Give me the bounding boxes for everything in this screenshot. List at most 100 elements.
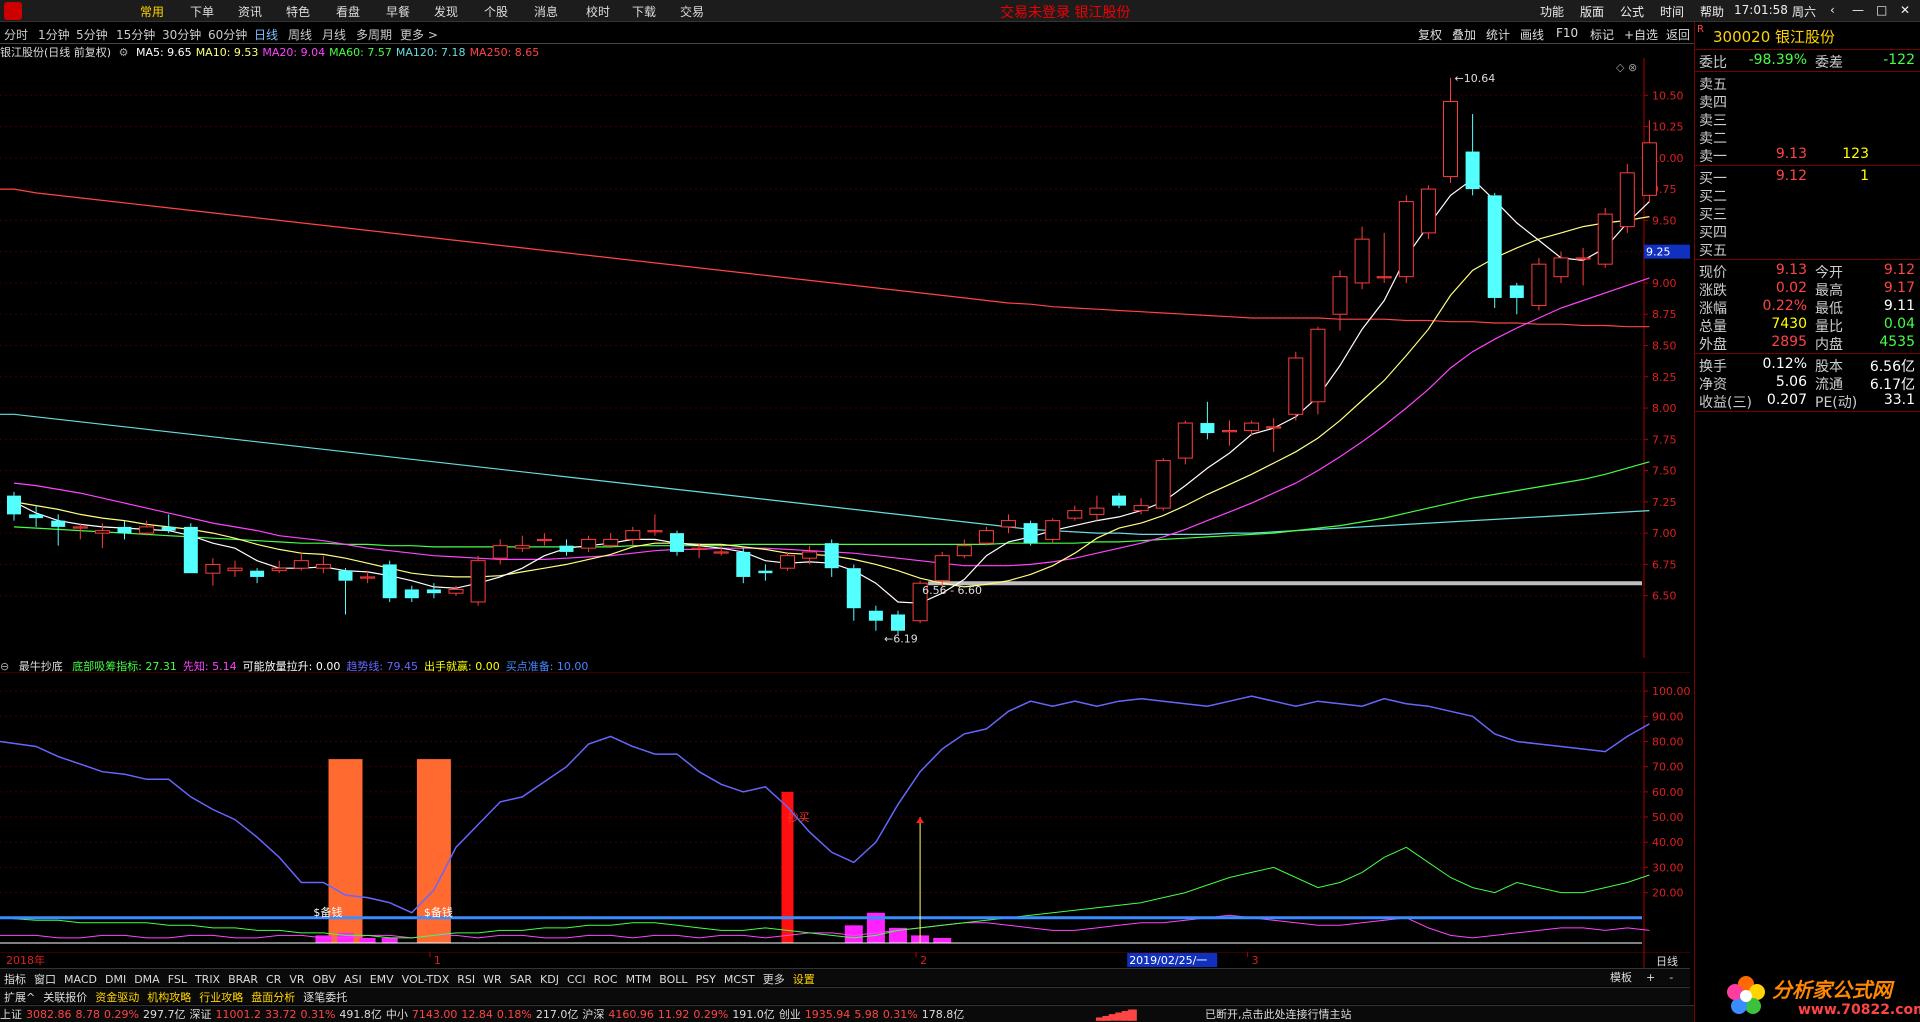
candle bbox=[1487, 192, 1502, 308]
period-label: 日线 bbox=[1656, 955, 1678, 968]
extension-tab[interactable]: 行业攻略 bbox=[195, 988, 247, 1006]
indicator-tab[interactable]: ASI bbox=[340, 971, 366, 986]
toolbar-button[interactable]: 标记 bbox=[1590, 26, 1614, 43]
indicator-tab[interactable]: VOL-TDX bbox=[398, 971, 454, 986]
indicator-tab[interactable]: 窗口 bbox=[30, 969, 60, 987]
indicator-tab[interactable]: KDJ bbox=[536, 971, 563, 986]
period-tab[interactable]: 多周期 bbox=[356, 26, 392, 43]
template-button[interactable]: - bbox=[1669, 971, 1673, 984]
maximize-icon[interactable]: □ bbox=[1876, 3, 1887, 17]
toolbar-button[interactable]: 画线 bbox=[1520, 26, 1544, 43]
extension-tab[interactable]: 逐笔委托 bbox=[299, 988, 351, 1006]
indicator-tab[interactable]: BOLL bbox=[655, 971, 691, 986]
template-button[interactable]: 模板 bbox=[1610, 971, 1632, 984]
quote-panel: R 300020 银江股份 委比 -98.39% 委差 -122 卖五 卖四 卖三 卖二 卖一 9… bbox=[1694, 22, 1920, 1022]
period-tab[interactable]: 1分钟 bbox=[38, 26, 70, 43]
bid-row[interactable]: 买二 bbox=[1697, 186, 1919, 205]
menu-item[interactable]: 早餐 bbox=[386, 3, 410, 20]
indicator-tab[interactable]: CR bbox=[262, 971, 285, 986]
ask-row[interactable]: 卖一 9.13 123 bbox=[1697, 146, 1919, 165]
menu-item[interactable]: 发现 bbox=[434, 3, 458, 20]
template-button[interactable]: + bbox=[1646, 971, 1655, 984]
ask-row[interactable]: 卖二 bbox=[1697, 128, 1919, 147]
indicator-tab[interactable]: SAR bbox=[506, 971, 536, 986]
indicator-tab[interactable]: ROC bbox=[590, 971, 622, 986]
candle bbox=[1112, 493, 1126, 509]
menu-item[interactable]: 下载 bbox=[632, 3, 656, 20]
extension-tab[interactable]: 资金驱动 bbox=[91, 988, 143, 1006]
connection-status[interactable]: 已断开,点击此处连接行情主站 bbox=[1205, 1006, 1352, 1022]
divider bbox=[1695, 71, 1920, 72]
toolbar-button[interactable]: 叠加 bbox=[1452, 26, 1476, 43]
period-tab[interactable]: 日线 bbox=[254, 26, 278, 43]
menu-right-item[interactable]: 公式 bbox=[1620, 3, 1644, 20]
indicator-tab[interactable]: WR bbox=[479, 971, 506, 986]
indicator-tab[interactable]: FSL bbox=[164, 971, 191, 986]
extension-tab[interactable]: 机构攻略 bbox=[143, 988, 195, 1006]
toolbar-button[interactable]: 复权 bbox=[1418, 26, 1442, 43]
ask-row[interactable]: 卖四 bbox=[1697, 92, 1919, 111]
indicator-tab[interactable]: OBV bbox=[309, 971, 340, 986]
index-quote-field: 0.29% bbox=[693, 1008, 729, 1021]
toolbar-button[interactable]: F10 bbox=[1556, 26, 1578, 40]
extension-tab[interactable]: 关联报价 bbox=[39, 988, 91, 1006]
indicator-tab[interactable]: BRAR bbox=[224, 971, 262, 986]
menu-right-item[interactable]: 时间 bbox=[1660, 3, 1684, 20]
menu-item[interactable]: 特色 bbox=[286, 3, 310, 20]
indicator-tab[interactable]: DMI bbox=[101, 971, 130, 986]
toolbar-button[interactable]: 返回 bbox=[1666, 26, 1690, 43]
ask-row[interactable]: 卖五 bbox=[1697, 74, 1919, 93]
indicator-tab[interactable]: MACD bbox=[60, 971, 101, 986]
chevron-left-icon[interactable]: ‹ bbox=[1830, 3, 1835, 17]
indicator-tab[interactable]: TRIX bbox=[191, 971, 224, 986]
toolbar-button[interactable]: +自选 bbox=[1624, 26, 1658, 43]
period-tab[interactable]: 更多 > bbox=[400, 26, 438, 43]
close-icon[interactable]: ✕ bbox=[1900, 3, 1910, 17]
stat-row: 现价 9.13 今开 9.12 bbox=[1697, 262, 1919, 281]
extension-tab[interactable]: 扩展^ bbox=[0, 988, 39, 1006]
menu-item[interactable]: 交易 bbox=[680, 3, 704, 20]
minimize-icon[interactable]: — bbox=[1852, 3, 1864, 17]
bid-row[interactable]: 买五 bbox=[1697, 240, 1919, 259]
toolbar-button[interactable]: 统计 bbox=[1486, 26, 1510, 43]
bid-row[interactable]: 买一 9.12 1 bbox=[1697, 168, 1919, 187]
candle bbox=[1465, 114, 1480, 196]
candlestick-chart[interactable]: 10.5010.2510.009.759.509.259.008.758.508… bbox=[0, 58, 1690, 658]
indicator-tab[interactable]: MCST bbox=[720, 971, 759, 986]
menu-item[interactable]: 下单 bbox=[190, 3, 214, 20]
period-tab[interactable]: 30分钟 bbox=[162, 26, 201, 43]
menu-right-item[interactable]: 版面 bbox=[1580, 3, 1604, 20]
period-tab[interactable]: 60分钟 bbox=[208, 26, 247, 43]
period-tab[interactable]: 月线 bbox=[322, 26, 346, 43]
menu-item[interactable]: 校时 bbox=[586, 3, 610, 20]
menu-item[interactable]: 常用 bbox=[140, 3, 164, 20]
period-tab[interactable]: 5分钟 bbox=[76, 26, 108, 43]
period-tab[interactable]: 15分钟 bbox=[116, 26, 155, 43]
indicator-tab[interactable]: RSI bbox=[453, 971, 479, 986]
bid-label: 买三 bbox=[1699, 207, 1727, 223]
menu-item[interactable]: 个股 bbox=[484, 3, 508, 20]
indicator-tab[interactable]: VR bbox=[285, 971, 308, 986]
menu-item[interactable]: 消息 bbox=[534, 3, 558, 20]
bid-row[interactable]: 买三 bbox=[1697, 204, 1919, 223]
indicator-chart[interactable]: 100.00 90.00 80.00 70.00 60.00 50.00 40.00 30.0… bbox=[0, 672, 1690, 952]
indicator-tab[interactable]: 指标 bbox=[0, 969, 30, 987]
menu-item[interactable]: 资讯 bbox=[238, 3, 262, 20]
menu-item[interactable]: 看盘 bbox=[336, 3, 360, 20]
period-tab[interactable]: 周线 bbox=[288, 26, 312, 43]
extension-tab[interactable]: 盘面分析 bbox=[247, 988, 299, 1006]
indicator-tab[interactable]: 更多 bbox=[759, 969, 789, 987]
menu-right-item[interactable]: 帮助 bbox=[1700, 3, 1724, 20]
indicator-tab[interactable]: PSY bbox=[692, 971, 720, 986]
indicator-tab[interactable]: 设置 bbox=[789, 969, 819, 987]
bid-row[interactable]: 买四 bbox=[1697, 222, 1919, 241]
indicator-tab[interactable]: MTM bbox=[622, 971, 656, 986]
stock-code-name[interactable]: 300020 银江股份 bbox=[1713, 26, 1835, 47]
indicator-tab[interactable]: EMV bbox=[366, 971, 398, 986]
period-tab[interactable]: 分时 bbox=[4, 26, 28, 43]
menu-right-item[interactable]: 功能 bbox=[1540, 3, 1564, 20]
indicator-tab[interactable]: CCI bbox=[563, 971, 590, 986]
ask-row[interactable]: 卖三 bbox=[1697, 110, 1919, 129]
indicator-tab[interactable]: DMA bbox=[130, 971, 164, 986]
y-tick-label: 9.50 bbox=[1652, 214, 1677, 227]
